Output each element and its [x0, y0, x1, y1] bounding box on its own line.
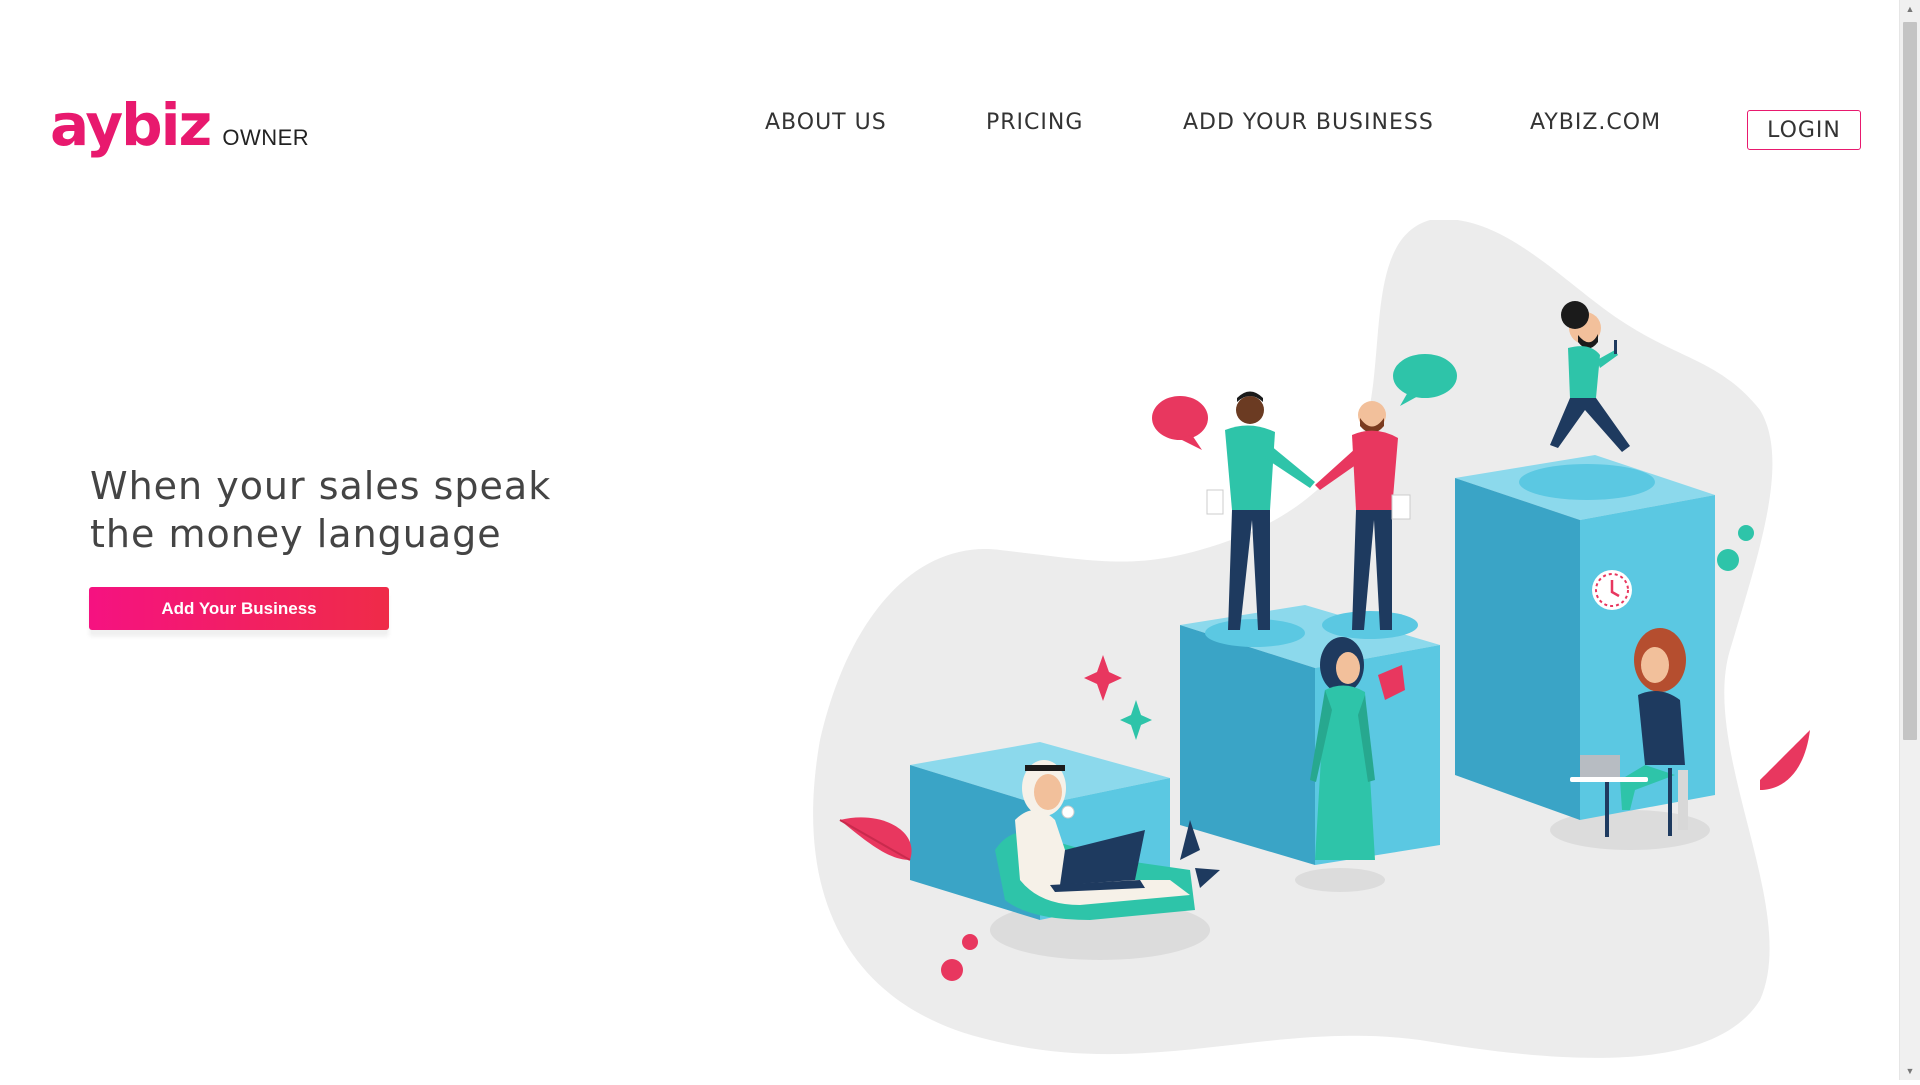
login-button[interactable]: LOGIN [1747, 110, 1861, 150]
nav-about-us[interactable]: ABOUT US [765, 110, 887, 135]
vertical-scrollbar[interactable]: ▲ ▼ [1899, 0, 1920, 1080]
hero-title-line-2: the money language [90, 512, 502, 556]
scroll-down-arrow-icon[interactable]: ▼ [1900, 1062, 1920, 1080]
hero-illustration [800, 219, 1900, 1080]
hero-title: When your sales speak the money language [90, 462, 690, 558]
scroll-thumb[interactable] [1903, 22, 1917, 740]
site-header: aybiz OWNER ABOUT US PRICING ADD YOUR BU… [0, 0, 1900, 180]
nav-pricing[interactable]: PRICING [986, 110, 1083, 135]
nav-aybiz-com[interactable]: AYBIZ.COM [1530, 110, 1661, 135]
hero-section: When your sales speak the money language [90, 462, 690, 558]
nav-add-your-business[interactable]: ADD YOUR BUSINESS [1183, 110, 1434, 135]
hero-title-line-1: When your sales speak [90, 464, 552, 508]
block-middle [1180, 605, 1440, 865]
brand-logo[interactable]: aybiz OWNER [50, 96, 309, 154]
speech-bubble-pink [1152, 396, 1208, 450]
leaf-right [1760, 730, 1810, 790]
logo-wordmark: aybiz [50, 91, 212, 159]
logo-subtitle: OWNER [222, 125, 310, 150]
scroll-up-arrow-icon[interactable]: ▲ [1900, 0, 1920, 18]
teamwork-illustration [813, 219, 1810, 1058]
add-your-business-button[interactable]: Add Your Business [89, 587, 389, 630]
